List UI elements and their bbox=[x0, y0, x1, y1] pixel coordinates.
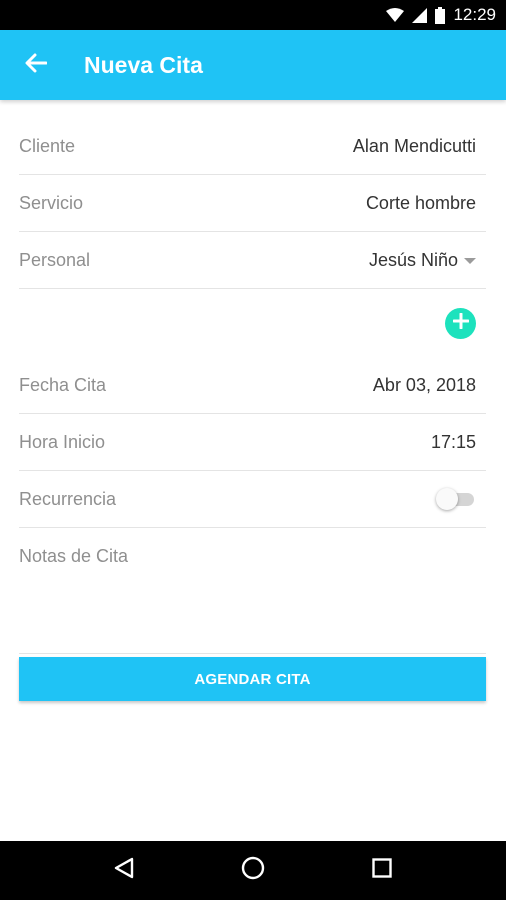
hora-inicio-label: Hora Inicio bbox=[19, 431, 106, 452]
field-hora-inicio[interactable]: Hora Inicio 17:15 bbox=[19, 414, 486, 471]
field-fecha-cita[interactable]: Fecha Cita Abr 03, 2018 bbox=[19, 357, 486, 414]
notas-label: Notas de Cita bbox=[19, 546, 129, 566]
plus-icon bbox=[452, 312, 469, 334]
personal-label: Personal bbox=[19, 249, 91, 270]
appointment-form: Cliente Alan Mendicutti Servicio Corte h… bbox=[19, 118, 486, 654]
status-time: 12:29 bbox=[453, 5, 496, 24]
dropdown-caret-icon bbox=[464, 258, 476, 264]
page-title: Nueva Cita bbox=[84, 51, 203, 78]
back-button[interactable] bbox=[0, 30, 76, 100]
add-row bbox=[19, 289, 486, 357]
fecha-cita-label: Fecha Cita bbox=[19, 374, 107, 395]
back-triangle-icon bbox=[113, 857, 135, 884]
arrow-left-icon bbox=[25, 53, 48, 78]
home-circle-icon bbox=[241, 856, 265, 885]
nav-recents-button[interactable] bbox=[352, 841, 412, 900]
status-bar: 12:29 bbox=[0, 0, 506, 30]
recurrencia-label: Recurrencia bbox=[19, 488, 117, 509]
fecha-cita-value[interactable]: Abr 03, 2018 bbox=[373, 375, 476, 396]
nav-home-button[interactable] bbox=[223, 841, 283, 900]
field-personal[interactable]: Personal Jesús Niño bbox=[19, 232, 486, 289]
cliente-value[interactable]: Alan Mendicutti bbox=[353, 136, 476, 157]
battery-icon bbox=[435, 6, 446, 24]
personal-dropdown[interactable]: Jesús Niño bbox=[369, 250, 476, 271]
field-notas: Notas de Cita bbox=[19, 528, 486, 654]
recurrencia-toggle[interactable] bbox=[436, 488, 476, 510]
servicio-value[interactable]: Corte hombre bbox=[366, 193, 476, 214]
nav-back-button[interactable] bbox=[94, 841, 154, 900]
wifi-icon bbox=[386, 8, 405, 22]
agendar-cita-button[interactable]: AGENDAR CITA bbox=[19, 657, 486, 701]
personal-value: Jesús Niño bbox=[368, 249, 458, 270]
field-servicio[interactable]: Servicio Corte hombre bbox=[19, 175, 486, 232]
recents-square-icon bbox=[371, 858, 392, 883]
signal-icon bbox=[412, 7, 428, 23]
notas-input[interactable] bbox=[19, 573, 486, 643]
cliente-label: Cliente bbox=[19, 135, 76, 156]
navigation-bar bbox=[0, 841, 506, 900]
toggle-thumb bbox=[436, 488, 458, 510]
field-cliente[interactable]: Cliente Alan Mendicutti bbox=[19, 118, 486, 175]
servicio-label: Servicio bbox=[19, 192, 84, 213]
hora-inicio-value[interactable]: 17:15 bbox=[431, 432, 476, 453]
field-recurrencia: Recurrencia bbox=[19, 471, 486, 528]
app-bar: Nueva Cita bbox=[0, 30, 506, 100]
add-button[interactable] bbox=[445, 307, 476, 339]
